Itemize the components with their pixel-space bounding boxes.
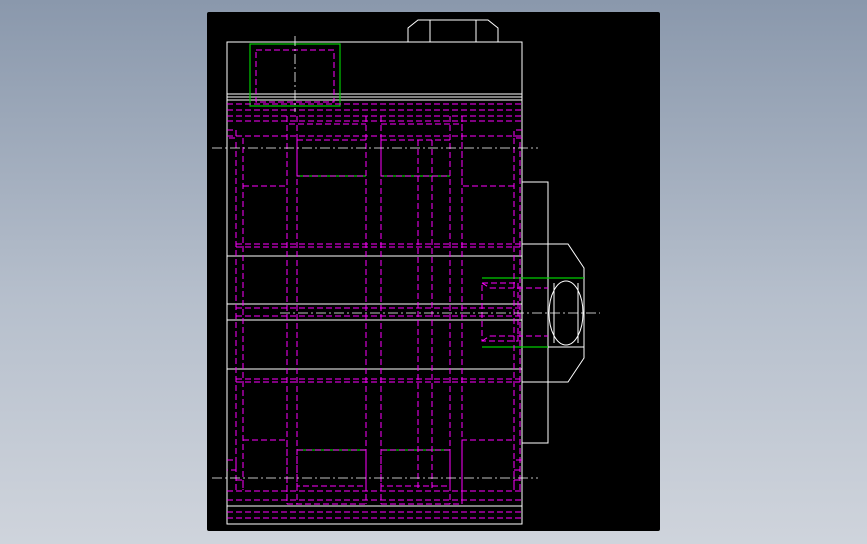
side-boss: [522, 181, 549, 444]
main-body: [226, 41, 523, 525]
hidden-lines: [227, 49, 548, 519]
cad-drawing: [212, 19, 600, 525]
cad-viewport[interactable]: [207, 12, 660, 531]
top-hex-nut: [407, 19, 499, 42]
